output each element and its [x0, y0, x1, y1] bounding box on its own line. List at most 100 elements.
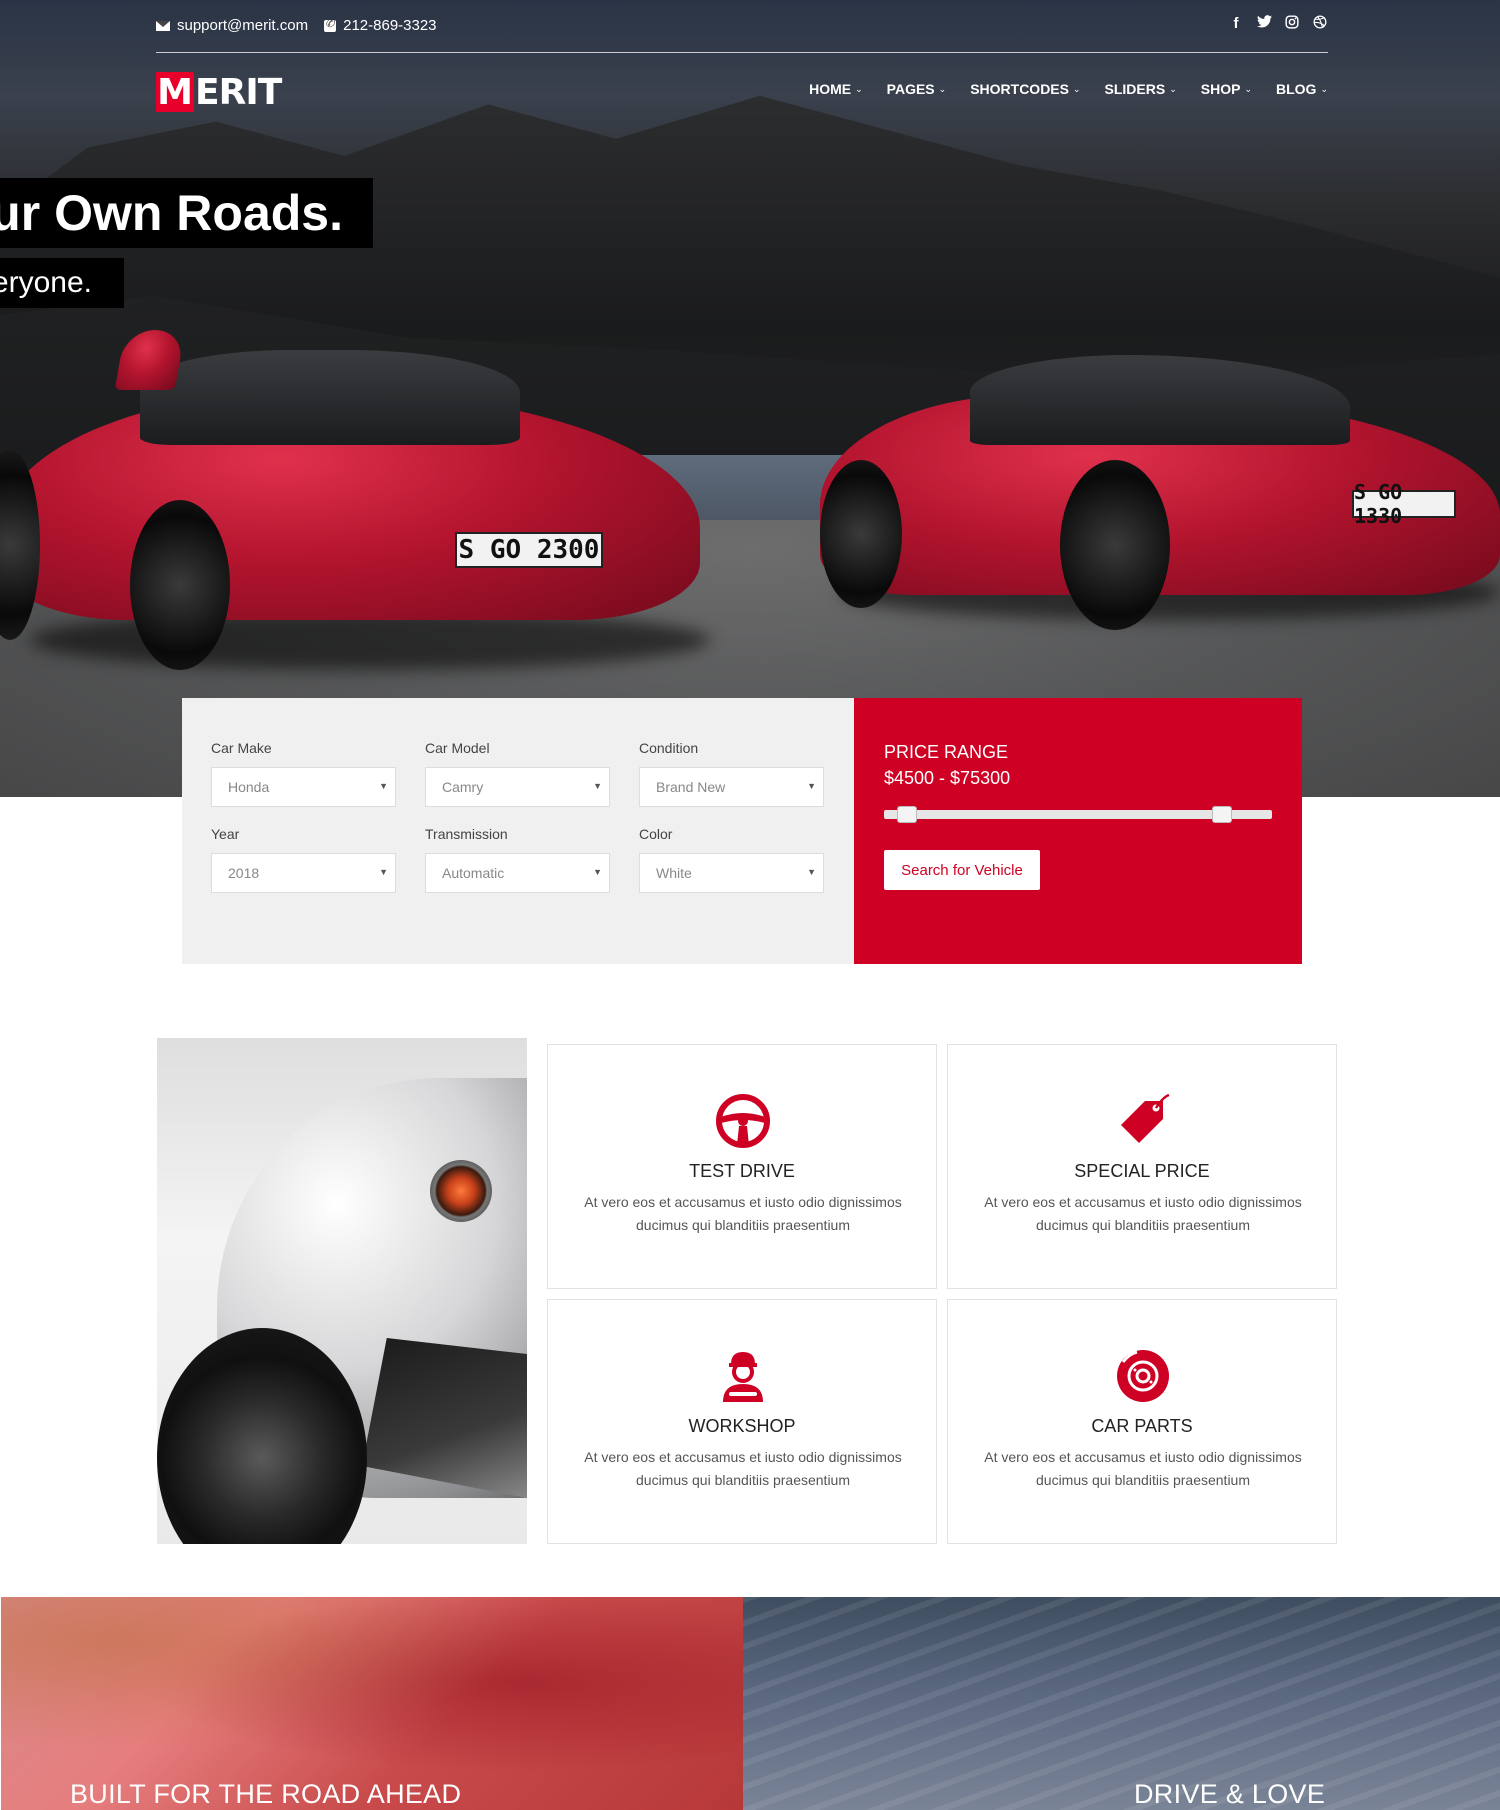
feature-title: TEST DRIVE	[689, 1161, 795, 1181]
year-value: 2018	[228, 865, 260, 881]
feature-title: CAR PARTS	[1091, 1416, 1193, 1436]
color-label: Color	[639, 826, 673, 842]
banner-drive-love[interactable]: DRIVE & LOVE	[743, 1597, 1500, 1810]
feature-title: WORKSHOP	[688, 1416, 796, 1436]
feature-car-image	[157, 1038, 527, 1544]
transmission-value: Automatic	[442, 865, 505, 881]
car-make-select[interactable]: Honda ▼	[211, 767, 396, 807]
chevron-down-icon: ⌄	[1244, 83, 1252, 94]
chevron-down-icon: ⌄	[938, 83, 947, 94]
chevron-down-icon: ⌄	[1169, 83, 1177, 94]
logo-initial: M	[156, 71, 194, 113]
feature-description: At vero eos et accusamus et iusto odio d…	[584, 1194, 902, 1233]
banner-built-for-road[interactable]: BUILT FOR THE ROAD AHEAD	[1, 1597, 743, 1810]
banner-title: DRIVE & LOVE	[1134, 1779, 1326, 1809]
top-bar: support@merit.com 212-869-3323 f	[156, 0, 1328, 53]
logo-text: ERIT	[195, 71, 282, 113]
hero-plate-left: S GO 2300	[455, 532, 603, 568]
feature-description: At vero eos et accusamus et iusto odio d…	[984, 1449, 1302, 1488]
email-text: support@merit.com	[177, 17, 309, 34]
transmission-label: Transmission	[425, 826, 508, 842]
dropdown-arrow-icon: ▼	[379, 867, 388, 877]
nav-sliders[interactable]: SLIDERS ⌄	[1105, 81, 1177, 97]
slider-handle-min[interactable]	[897, 806, 918, 823]
hero: S GO 2300 S GO 1330	[0, 0, 1500, 797]
feature-card-test-drive[interactable]: TEST DRIVE At vero eos et accusamus et i…	[547, 1044, 937, 1289]
phone-icon	[324, 17, 337, 32]
facebook-icon[interactable]: f	[1228, 15, 1244, 33]
hero-plate-right: S GO 1330	[1352, 480, 1456, 528]
nav-shop[interactable]: SHOP ⌄	[1201, 81, 1252, 97]
brake-disc-icon	[1115, 1348, 1171, 1404]
car-model-select[interactable]: Camry ▼	[425, 767, 610, 807]
nav-blog[interactable]: BLOG ⌄	[1276, 81, 1328, 97]
car-model-label: Car Model	[425, 740, 490, 756]
main-nav: HOME ⌄ PAGES ⌄ SHORTCODES ⌄ SLIDERS ⌄ SHOP ⌄ …	[809, 81, 1328, 97]
feature-title: SPECIAL PRICE	[1074, 1161, 1210, 1181]
dropdown-arrow-icon: ▼	[807, 781, 816, 791]
car-model-field: Car Model Camry ▼	[425, 740, 610, 807]
mechanic-icon	[715, 1348, 771, 1404]
hero-car-right: S GO 1330	[820, 335, 1500, 630]
color-select[interactable]: White ▼	[639, 853, 824, 893]
car-make-value: Honda	[228, 779, 270, 795]
feature-description: At vero eos et accusamus et iusto odio d…	[984, 1194, 1302, 1233]
condition-field: Condition Brand New ▼	[639, 740, 824, 807]
nav-shortcodes[interactable]: SHORTCODES ⌄	[970, 81, 1080, 97]
instagram-icon[interactable]	[1284, 15, 1300, 33]
phone-link[interactable]: 212-869-3323	[324, 17, 437, 34]
nav-pages[interactable]: PAGES ⌄	[887, 81, 947, 97]
hero-title: our Own Roads.	[0, 178, 373, 248]
price-tag-icon	[1115, 1093, 1171, 1149]
dropdown-arrow-icon: ▼	[379, 781, 388, 791]
mail-icon	[156, 20, 170, 31]
nav-home-label: HOME	[809, 81, 852, 97]
feature-description: At vero eos et accusamus et iusto odio d…	[584, 1449, 902, 1488]
dropdown-arrow-icon: ▼	[593, 781, 602, 791]
site-logo[interactable]: M ERIT	[156, 71, 282, 113]
vehicle-search-form: Car Make Honda ▼ Car Model Camry ▼ Conditi…	[182, 698, 854, 964]
nav-sliders-label: SLIDERS	[1104, 81, 1166, 97]
social-links: f	[1228, 15, 1328, 33]
dribbble-icon[interactable]	[1312, 15, 1328, 33]
condition-value: Brand New	[656, 779, 726, 795]
banner-title: BUILT FOR THE ROAD AHEAD	[70, 1779, 462, 1809]
chevron-down-icon: ⌄	[855, 83, 863, 94]
condition-select[interactable]: Brand New ▼	[639, 767, 824, 807]
nav-shortcodes-label: SHORTCODES	[970, 81, 1069, 97]
chevron-down-icon: ⌄	[1072, 83, 1081, 94]
car-model-value: Camry	[442, 779, 484, 795]
nav-blog-label: BLOG	[1276, 81, 1317, 97]
feature-card-special-price[interactable]: SPECIAL PRICE At vero eos et accusamus e…	[947, 1044, 1337, 1289]
phone-text: 212-869-3323	[343, 17, 437, 34]
price-range-title: PRICE RANGE	[884, 742, 1009, 762]
hero-car-left: S GO 2300	[0, 330, 710, 670]
color-value: White	[656, 865, 692, 881]
transmission-field: Transmission Automatic ▼	[425, 826, 610, 893]
price-range-panel: PRICE RANGE $4500 - $75300 Search for Ve…	[854, 698, 1302, 964]
car-make-field: Car Make Honda ▼	[211, 740, 396, 807]
year-field: Year 2018 ▼	[211, 826, 396, 893]
feature-card-workshop[interactable]: WORKSHOP At vero eos et accusamus et ius…	[547, 1299, 937, 1544]
feature-card-car-parts[interactable]: CAR PARTS At vero eos et accusamus et iu…	[947, 1299, 1337, 1544]
dropdown-arrow-icon: ▼	[593, 867, 602, 877]
year-label: Year	[211, 826, 240, 842]
price-range-value: $4500 - $75300	[884, 768, 1011, 788]
condition-label: Condition	[639, 740, 699, 756]
search-vehicle-button[interactable]: Search for Vehicle	[884, 850, 1040, 890]
year-select[interactable]: 2018 ▼	[211, 853, 396, 893]
slider-handle-max[interactable]	[1211, 806, 1232, 823]
hero-subtitle: eryone.	[0, 258, 124, 308]
transmission-select[interactable]: Automatic ▼	[425, 853, 610, 893]
color-field: Color White ▼	[639, 826, 824, 893]
nav-pages-label: PAGES	[886, 81, 935, 97]
contact-info: support@merit.com 212-869-3323	[156, 17, 437, 34]
price-range-slider[interactable]	[884, 806, 1272, 823]
steering-wheel-icon	[715, 1093, 771, 1149]
nav-home[interactable]: HOME ⌄	[809, 81, 863, 97]
chevron-down-icon: ⌄	[1320, 83, 1328, 94]
dropdown-arrow-icon: ▼	[807, 867, 816, 877]
twitter-icon[interactable]	[1256, 15, 1272, 33]
email-link[interactable]: support@merit.com	[156, 17, 308, 34]
nav-shop-label: SHOP	[1200, 81, 1241, 97]
